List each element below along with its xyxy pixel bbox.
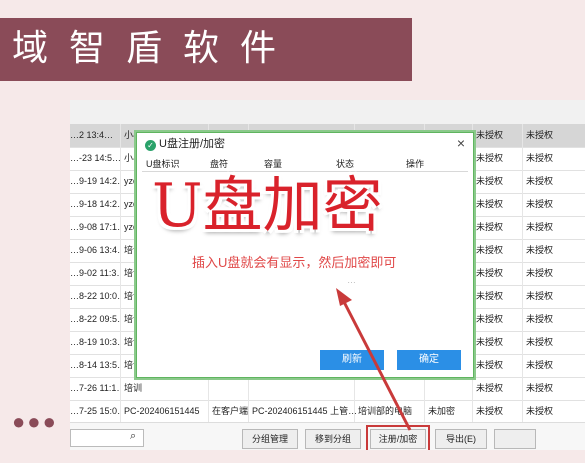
pointer-arrow <box>336 288 412 431</box>
